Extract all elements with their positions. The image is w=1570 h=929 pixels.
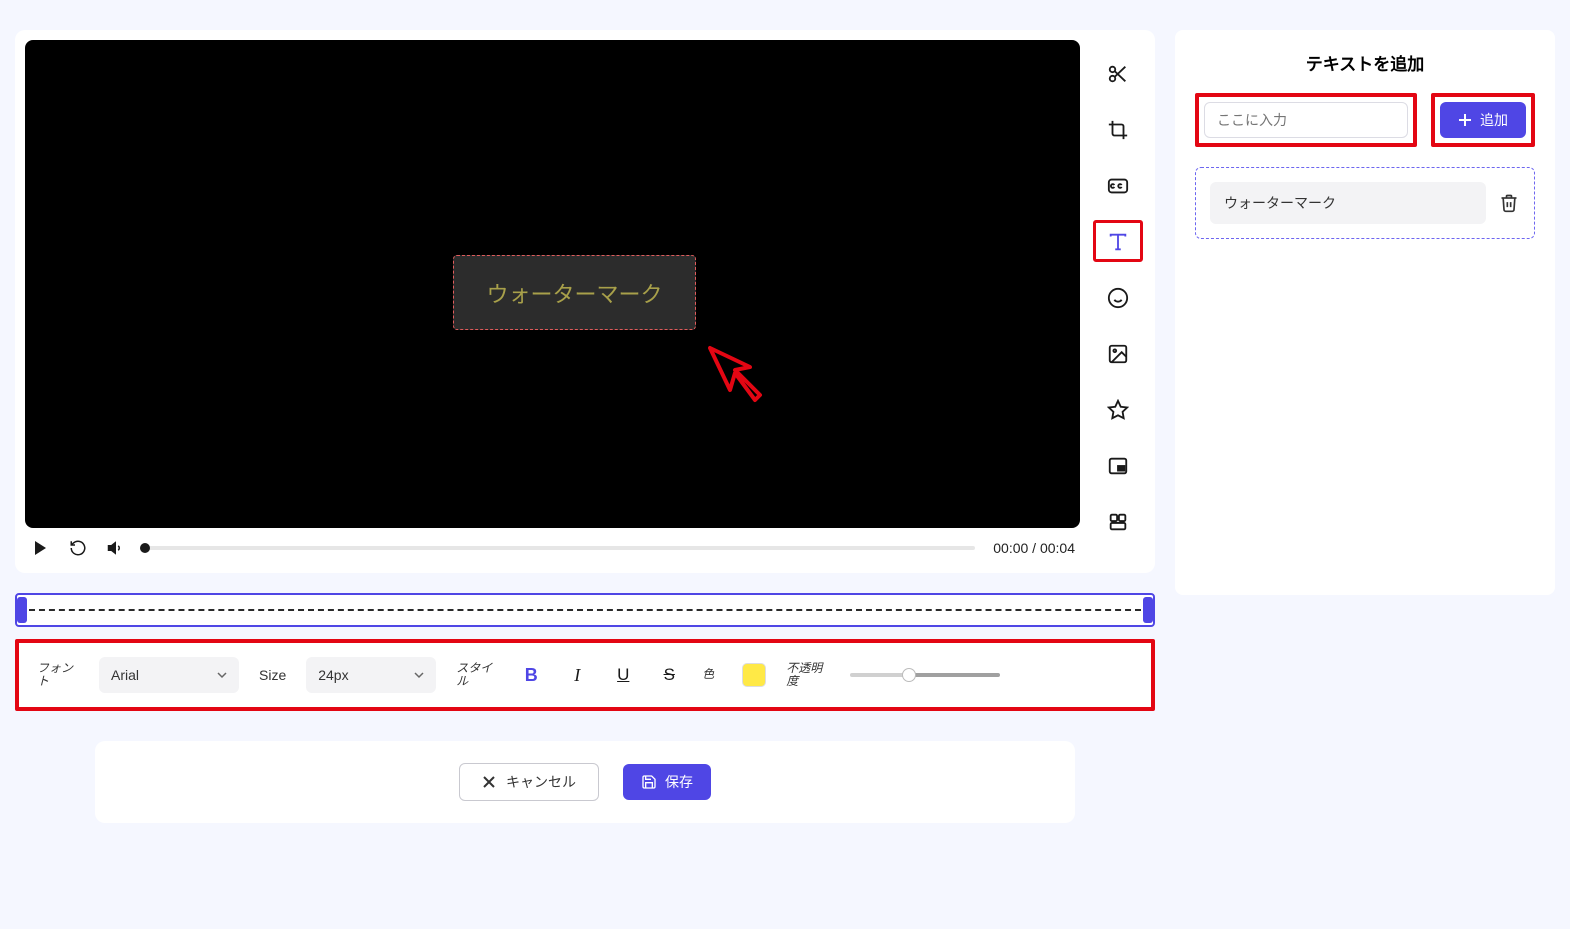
- progress-bar[interactable]: [144, 546, 975, 550]
- add-label: 追加: [1480, 110, 1508, 130]
- save-icon: [641, 774, 657, 790]
- star-icon[interactable]: [1104, 396, 1132, 424]
- text-input-highlight: [1195, 93, 1417, 147]
- scissors-icon[interactable]: [1104, 60, 1132, 88]
- opacity-knob[interactable]: [902, 668, 916, 682]
- emoji-icon[interactable]: [1104, 284, 1132, 312]
- video-preview[interactable]: ウォーターマーク: [25, 40, 1080, 528]
- font-select[interactable]: Arial: [99, 657, 239, 693]
- add-button[interactable]: 追加: [1440, 102, 1526, 138]
- progress-handle[interactable]: [140, 543, 150, 553]
- cancel-label: キャンセル: [506, 772, 576, 792]
- size-label: Size: [259, 667, 286, 683]
- text-style-toolbar: フォント Arial Size 24px スタイル B I U S 色 不透明度: [15, 639, 1155, 711]
- trash-icon[interactable]: [1498, 192, 1520, 214]
- text-input[interactable]: [1204, 102, 1408, 138]
- color-label: 色: [702, 668, 722, 681]
- underline-button[interactable]: U: [610, 662, 636, 688]
- timeline-clip[interactable]: [15, 593, 1155, 627]
- save-button[interactable]: 保存: [623, 764, 711, 800]
- active-tool-highlight: [1093, 220, 1143, 262]
- chevron-down-icon: [217, 670, 227, 680]
- add-text-row: 追加: [1195, 93, 1535, 147]
- font-value: Arial: [111, 667, 139, 683]
- editor-card: ウォーターマーク: [15, 30, 1155, 573]
- cancel-button[interactable]: キャンセル: [459, 763, 599, 801]
- opacity-slider[interactable]: [850, 673, 1000, 677]
- timeline-handle-right[interactable]: [1143, 597, 1153, 623]
- video-wrap: ウォーターマーク: [25, 40, 1080, 558]
- color-swatch[interactable]: [742, 663, 766, 687]
- player-controls: 00:00 / 00:04: [25, 528, 1080, 558]
- save-label: 保存: [665, 772, 693, 792]
- strikethrough-button[interactable]: S: [656, 662, 682, 688]
- timeline-track: [29, 609, 1141, 611]
- opacity-label: 不透明度: [786, 662, 830, 688]
- text-icon[interactable]: [1104, 228, 1132, 256]
- style-label: スタイル: [456, 662, 498, 688]
- size-select[interactable]: 24px: [306, 657, 436, 693]
- tool-rail: [1090, 40, 1145, 558]
- size-value: 24px: [318, 667, 348, 683]
- replay-button[interactable]: [68, 538, 88, 558]
- watermark-overlay[interactable]: ウォーターマーク: [453, 255, 696, 330]
- bold-button[interactable]: B: [518, 662, 544, 688]
- cc-icon[interactable]: [1104, 172, 1132, 200]
- panel-title: テキストを追加: [1195, 50, 1535, 75]
- image-icon[interactable]: [1104, 340, 1132, 368]
- cursor-annotation-icon: [705, 345, 765, 405]
- pip-icon[interactable]: [1104, 452, 1132, 480]
- timeline-handle-left[interactable]: [17, 597, 27, 623]
- text-item: ウォーターマーク: [1195, 167, 1535, 239]
- watermark-text: ウォーターマーク: [486, 277, 662, 309]
- text-panel: テキストを追加 追加 ウォーターマーク: [1175, 30, 1555, 595]
- plus-icon: [1458, 113, 1472, 127]
- text-item-label[interactable]: ウォーターマーク: [1210, 182, 1486, 224]
- volume-button[interactable]: [106, 538, 126, 558]
- layers-icon[interactable]: [1104, 508, 1132, 536]
- footer-actions: キャンセル 保存: [95, 741, 1075, 823]
- crop-icon[interactable]: [1104, 116, 1132, 144]
- time-display: 00:00 / 00:04: [993, 540, 1075, 556]
- close-icon: [482, 775, 496, 789]
- add-button-highlight: 追加: [1431, 93, 1535, 147]
- italic-button[interactable]: I: [564, 662, 590, 688]
- play-button[interactable]: [30, 538, 50, 558]
- font-label: フォント: [37, 662, 79, 688]
- chevron-down-icon: [414, 670, 424, 680]
